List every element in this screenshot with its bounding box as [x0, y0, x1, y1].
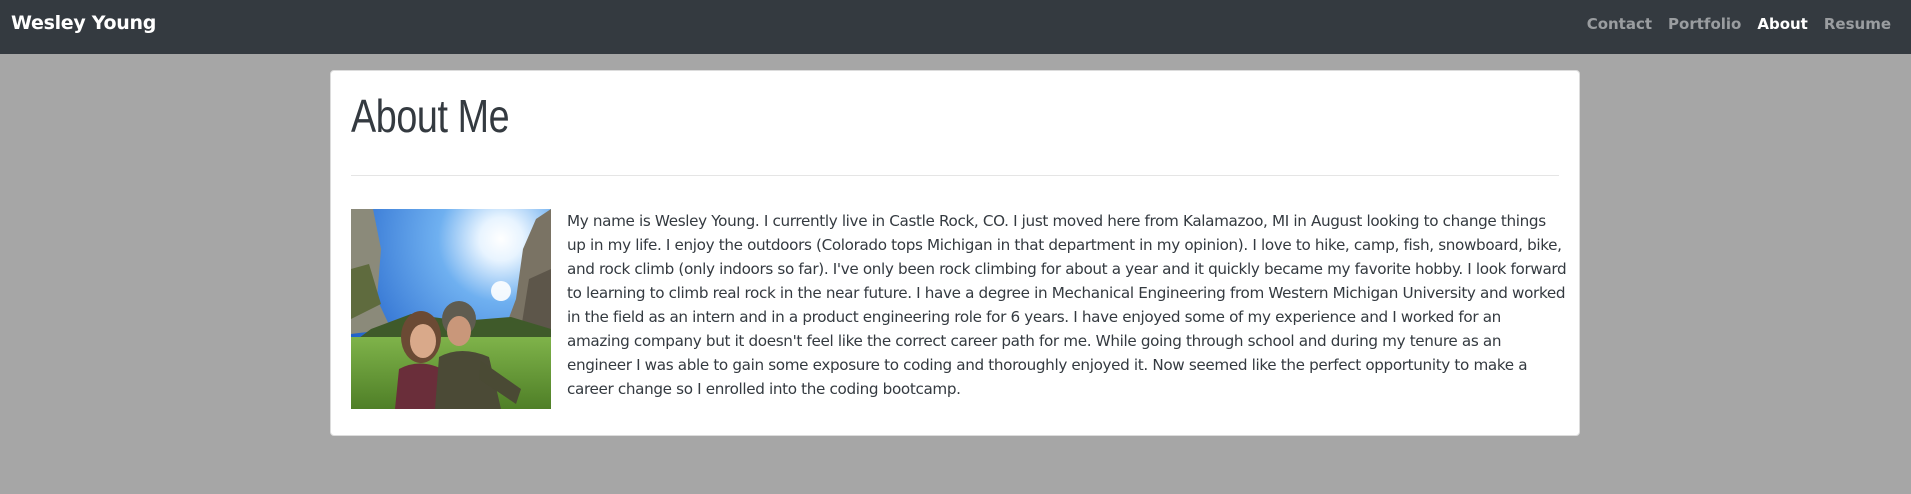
nav-links: Contact Portfolio About Resume	[1587, 15, 1891, 33]
nav-link-resume[interactable]: Resume	[1824, 15, 1891, 33]
title-divider	[351, 175, 1559, 176]
navbar: Wesley Young Contact Portfolio About Res…	[0, 0, 1911, 54]
nav-link-about[interactable]: About	[1757, 15, 1808, 33]
nav-link-contact[interactable]: Contact	[1587, 15, 1652, 33]
bio-text: My name is Wesley Young. I currently liv…	[567, 212, 1567, 398]
page-title: About Me	[351, 90, 510, 142]
profile-photo	[351, 209, 551, 409]
about-card: About Me My name is Wesley Young. I curr…	[330, 70, 1580, 436]
nav-link-portfolio[interactable]: Portfolio	[1668, 15, 1741, 33]
brand-link[interactable]: Wesley Young	[11, 12, 156, 34]
